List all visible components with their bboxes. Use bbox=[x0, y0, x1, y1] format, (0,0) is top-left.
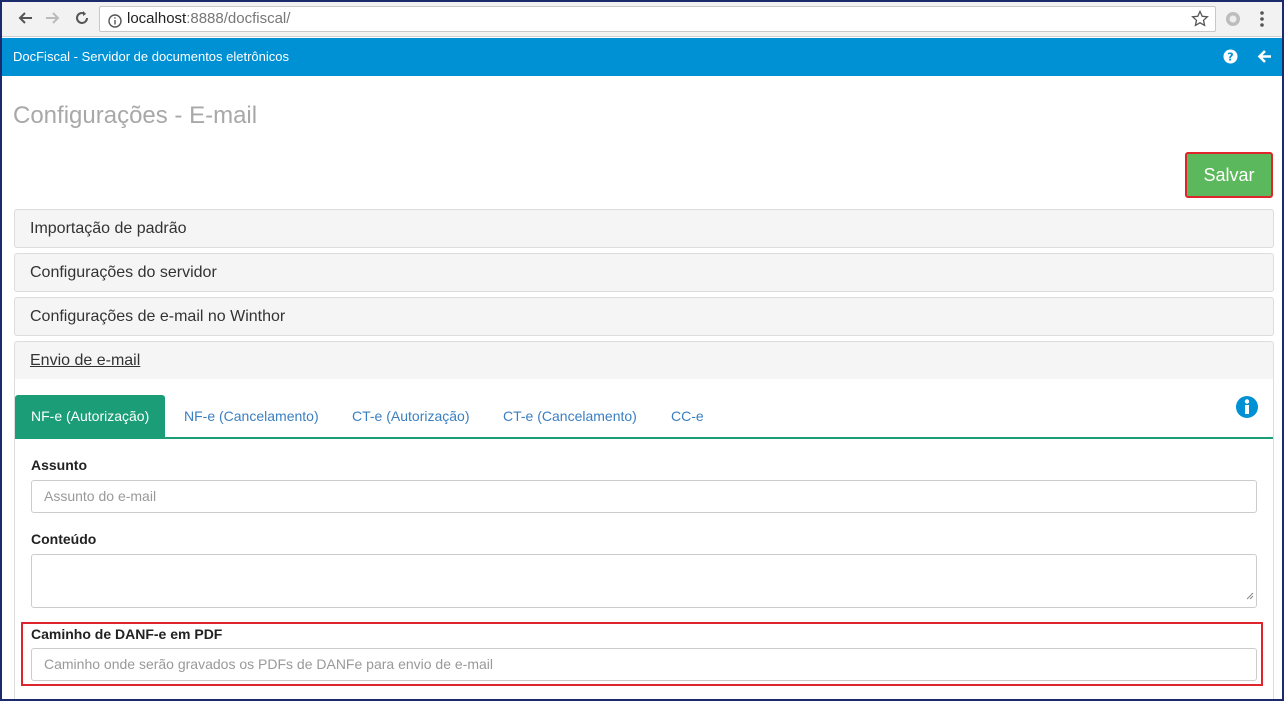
page-title: Configurações - E-mail bbox=[13, 102, 258, 129]
help-icon[interactable]: ? bbox=[1223, 49, 1238, 69]
resize-grip-icon[interactable] bbox=[1245, 587, 1254, 605]
info-icon[interactable] bbox=[1235, 395, 1259, 424]
section-winthor-email-config[interactable]: Configurações de e-mail no Winthor bbox=[14, 297, 1274, 336]
tab-cce[interactable]: CC-e bbox=[671, 395, 704, 437]
tab-bar: NF-e (Autorização) NF-e (Cancelamento) C… bbox=[15, 395, 1273, 439]
content-textarea[interactable] bbox=[31, 554, 1257, 608]
tab-cte-cancellation[interactable]: CT-e (Cancelamento) bbox=[503, 395, 637, 437]
tab-nfe-authorization[interactable]: NF-e (Autorização) bbox=[15, 395, 166, 437]
app-title: DocFiscal - Servidor de documentos eletr… bbox=[13, 49, 290, 64]
svg-text:?: ? bbox=[1227, 51, 1233, 64]
forward-arrow-icon[interactable] bbox=[42, 7, 64, 29]
reload-icon[interactable] bbox=[71, 7, 93, 29]
browser-toolbar: localhost:8888/docfiscal/ bbox=[2, 2, 1282, 37]
menu-icon[interactable] bbox=[1259, 10, 1265, 33]
back-icon[interactable] bbox=[1257, 49, 1273, 69]
star-icon[interactable] bbox=[1191, 9, 1209, 36]
content-label: Conteúdo bbox=[31, 531, 97, 547]
pdf-path-label: Caminho de DANF-e em PDF bbox=[31, 626, 223, 642]
save-button[interactable]: Salvar bbox=[1185, 152, 1273, 198]
app-header: DocFiscal - Servidor de documentos eletr… bbox=[2, 38, 1282, 76]
tab-nfe-cancellation[interactable]: NF-e (Cancelamento) bbox=[184, 395, 319, 437]
url-path: :8888/docfiscal/ bbox=[186, 10, 291, 27]
section-import-default[interactable]: Importação de padrão bbox=[14, 209, 1274, 248]
subject-label: Assunto bbox=[31, 457, 87, 473]
subject-input[interactable]: Assunto do e-mail bbox=[31, 480, 1257, 513]
tab-cte-authorization[interactable]: CT-e (Autorização) bbox=[352, 395, 469, 437]
window-frame: localhost:8888/docfiscal/ DocFiscal - Se… bbox=[0, 0, 1284, 701]
section-server-config[interactable]: Configurações do servidor bbox=[14, 253, 1274, 292]
section-email-sending[interactable]: Envio de e-mail bbox=[14, 341, 1274, 380]
url-host: localhost bbox=[127, 10, 187, 27]
address-bar[interactable]: localhost:8888/docfiscal/ bbox=[99, 6, 1216, 32]
extension-icon[interactable] bbox=[1224, 10, 1242, 33]
info-circle-icon[interactable] bbox=[108, 12, 122, 36]
back-arrow-icon[interactable] bbox=[14, 7, 36, 29]
pdf-path-input[interactable]: Caminho onde serão gravados os PDFs de D… bbox=[31, 648, 1257, 681]
